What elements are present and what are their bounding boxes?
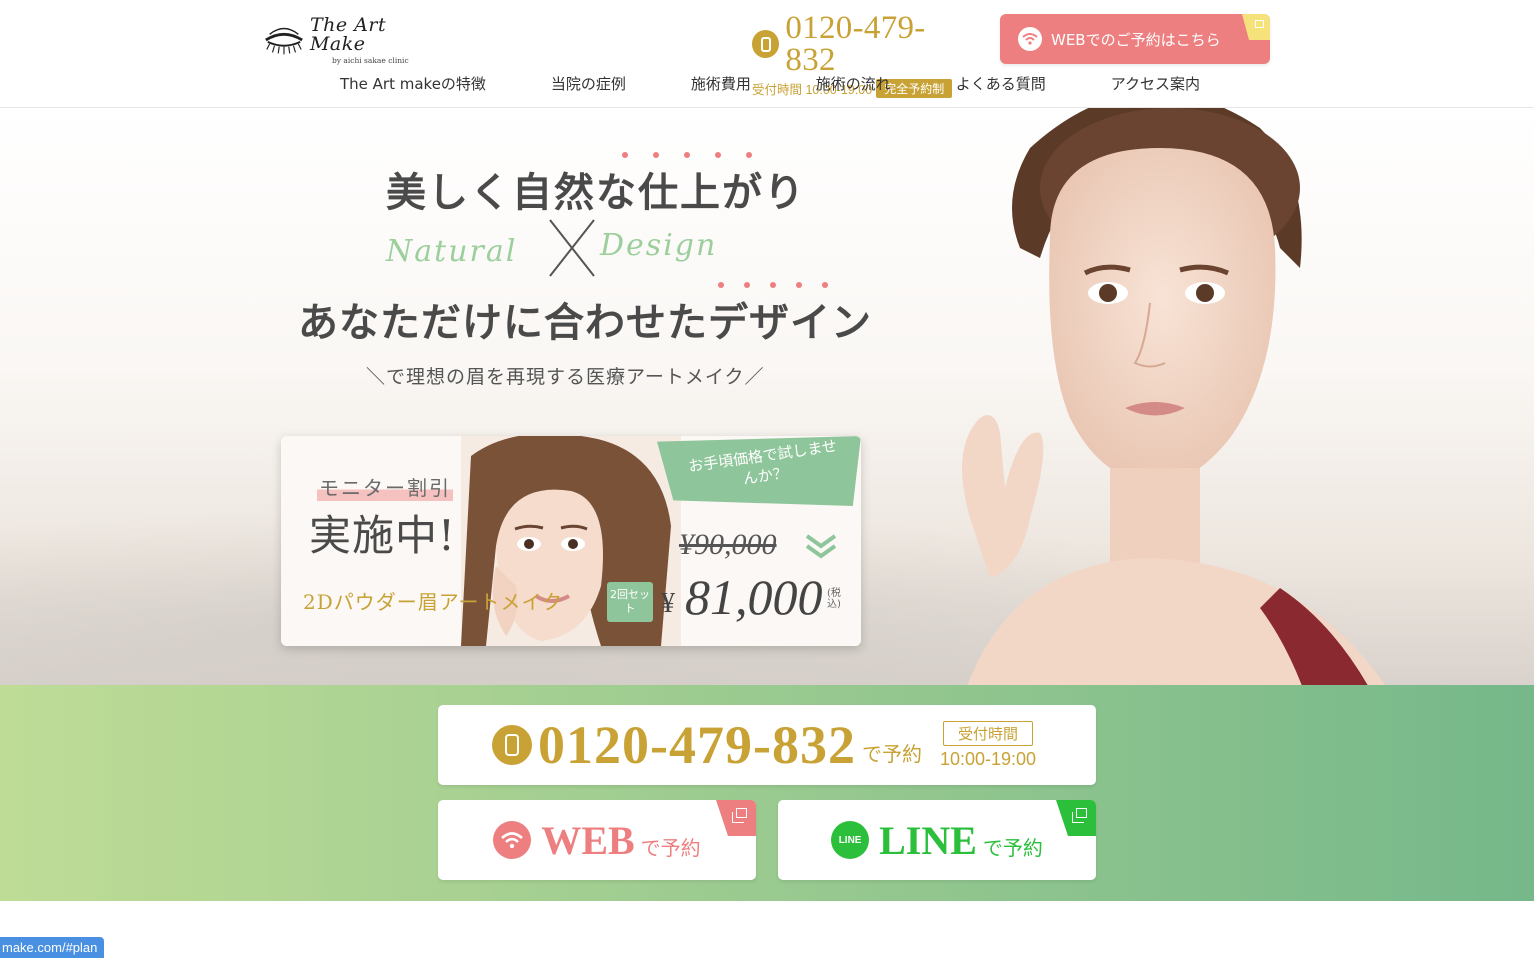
- cta-phone-suffix: で予約: [861, 741, 922, 766]
- wifi-icon: [1018, 27, 1042, 51]
- campaign-currency: ¥: [661, 588, 675, 619]
- cta-line-suffix: で予約: [982, 835, 1043, 860]
- eyelash-logo-icon: [265, 27, 303, 55]
- cta-phone-number: 0120-479-832: [538, 715, 856, 775]
- hero-word-natural: Natural: [386, 234, 518, 269]
- reservation-cta-band: 0120-479-832 で予約 受付時間 10:00-19:00 WEB で予…: [0, 685, 1534, 901]
- chevron-down-double-icon: [805, 534, 837, 559]
- status-bar-url: make.com/#plan: [0, 937, 105, 958]
- logo-title: The Art Make: [309, 13, 387, 55]
- cta-web-suffix: で予約: [640, 835, 701, 860]
- campaign-tax-note: (税込): [827, 588, 841, 610]
- cta-line-label: LINE: [879, 817, 977, 863]
- nav-item-features[interactable]: The Art makeの特徴: [340, 73, 486, 99]
- logo-subtitle: by aichi sakae clinic: [331, 55, 409, 65]
- hero-word-design: Design: [600, 228, 718, 263]
- main-nav: The Art makeの特徴 当院の症例 施術費用 施術の流れ よくある質問 …: [310, 73, 1230, 99]
- external-link-icon: [1056, 800, 1096, 836]
- phone-icon: [752, 30, 780, 58]
- hero-headline-1: 美しく自然な仕上がり: [386, 169, 806, 216]
- campaign-price: 81,000: [685, 569, 823, 625]
- external-link-icon: [716, 800, 756, 836]
- hero-subtitle: ＼で理想の眉を再現する医療アートメイク／: [366, 366, 765, 388]
- emphasis-dots: [622, 152, 752, 158]
- campaign-monitor-label: モニター割引: [317, 472, 453, 501]
- line-logo-icon: LINE: [831, 821, 870, 859]
- campaign-old-price: ¥90,000: [679, 528, 777, 561]
- cta-web-label: WEB: [541, 817, 635, 863]
- header-phone-number: 0120-479-832: [785, 10, 926, 78]
- nav-item-price[interactable]: 施術費用: [691, 73, 751, 99]
- web-reservation-button[interactable]: WEBでのご予約はこちら: [1000, 14, 1270, 64]
- cta-hours-label: 受付時間: [943, 720, 1034, 746]
- nav-item-faq[interactable]: よくある質問: [956, 73, 1046, 99]
- monitor-campaign-banner[interactable]: モニター割引 実施中! 2Dパウダー眉アートメイク お手頃価格で試しませんか？ …: [281, 436, 861, 646]
- hero-section: 美しく自然な仕上がり Natural Design あなただけに合わせたデザイン…: [0, 108, 1534, 685]
- emphasis-dots: [718, 282, 828, 288]
- external-link-icon: [1242, 14, 1270, 40]
- campaign-product: 2Dパウダー眉アートメイク: [303, 590, 564, 614]
- nav-item-flow[interactable]: 施術の流れ: [816, 73, 891, 99]
- cta-hours-time: 10:00-19:00: [939, 748, 1037, 769]
- line-reservation-cta[interactable]: LINE LINE で予約: [778, 800, 1096, 880]
- campaign-set-badge: 2回セット: [607, 582, 653, 622]
- nav-item-cases[interactable]: 当院の症例: [551, 73, 626, 99]
- hero-model-image: [962, 108, 1385, 685]
- web-reservation-label: WEBでのご予約はこちら: [1051, 30, 1221, 49]
- hero-headline-2: あなただけに合わせたデザイン: [298, 299, 872, 346]
- web-reservation-cta[interactable]: WEB で予約: [438, 800, 756, 880]
- site-logo[interactable]: The Art Make by aichi sakae clinic: [262, 13, 442, 65]
- campaign-headline: 実施中!: [309, 511, 456, 560]
- nav-item-access[interactable]: アクセス案内: [1111, 73, 1200, 99]
- phone-reservation-button[interactable]: 0120-479-832 で予約 受付時間 10:00-19:00: [438, 705, 1096, 785]
- wifi-icon: [493, 821, 532, 859]
- phone-icon: [492, 725, 532, 765]
- cross-icon: [549, 219, 595, 277]
- site-header: The Art Make by aichi sakae clinic 0120-…: [0, 0, 1534, 108]
- header-phone-link[interactable]: 0120-479-832 受付時間 10:00-19:00 完全予約制: [752, 12, 972, 98]
